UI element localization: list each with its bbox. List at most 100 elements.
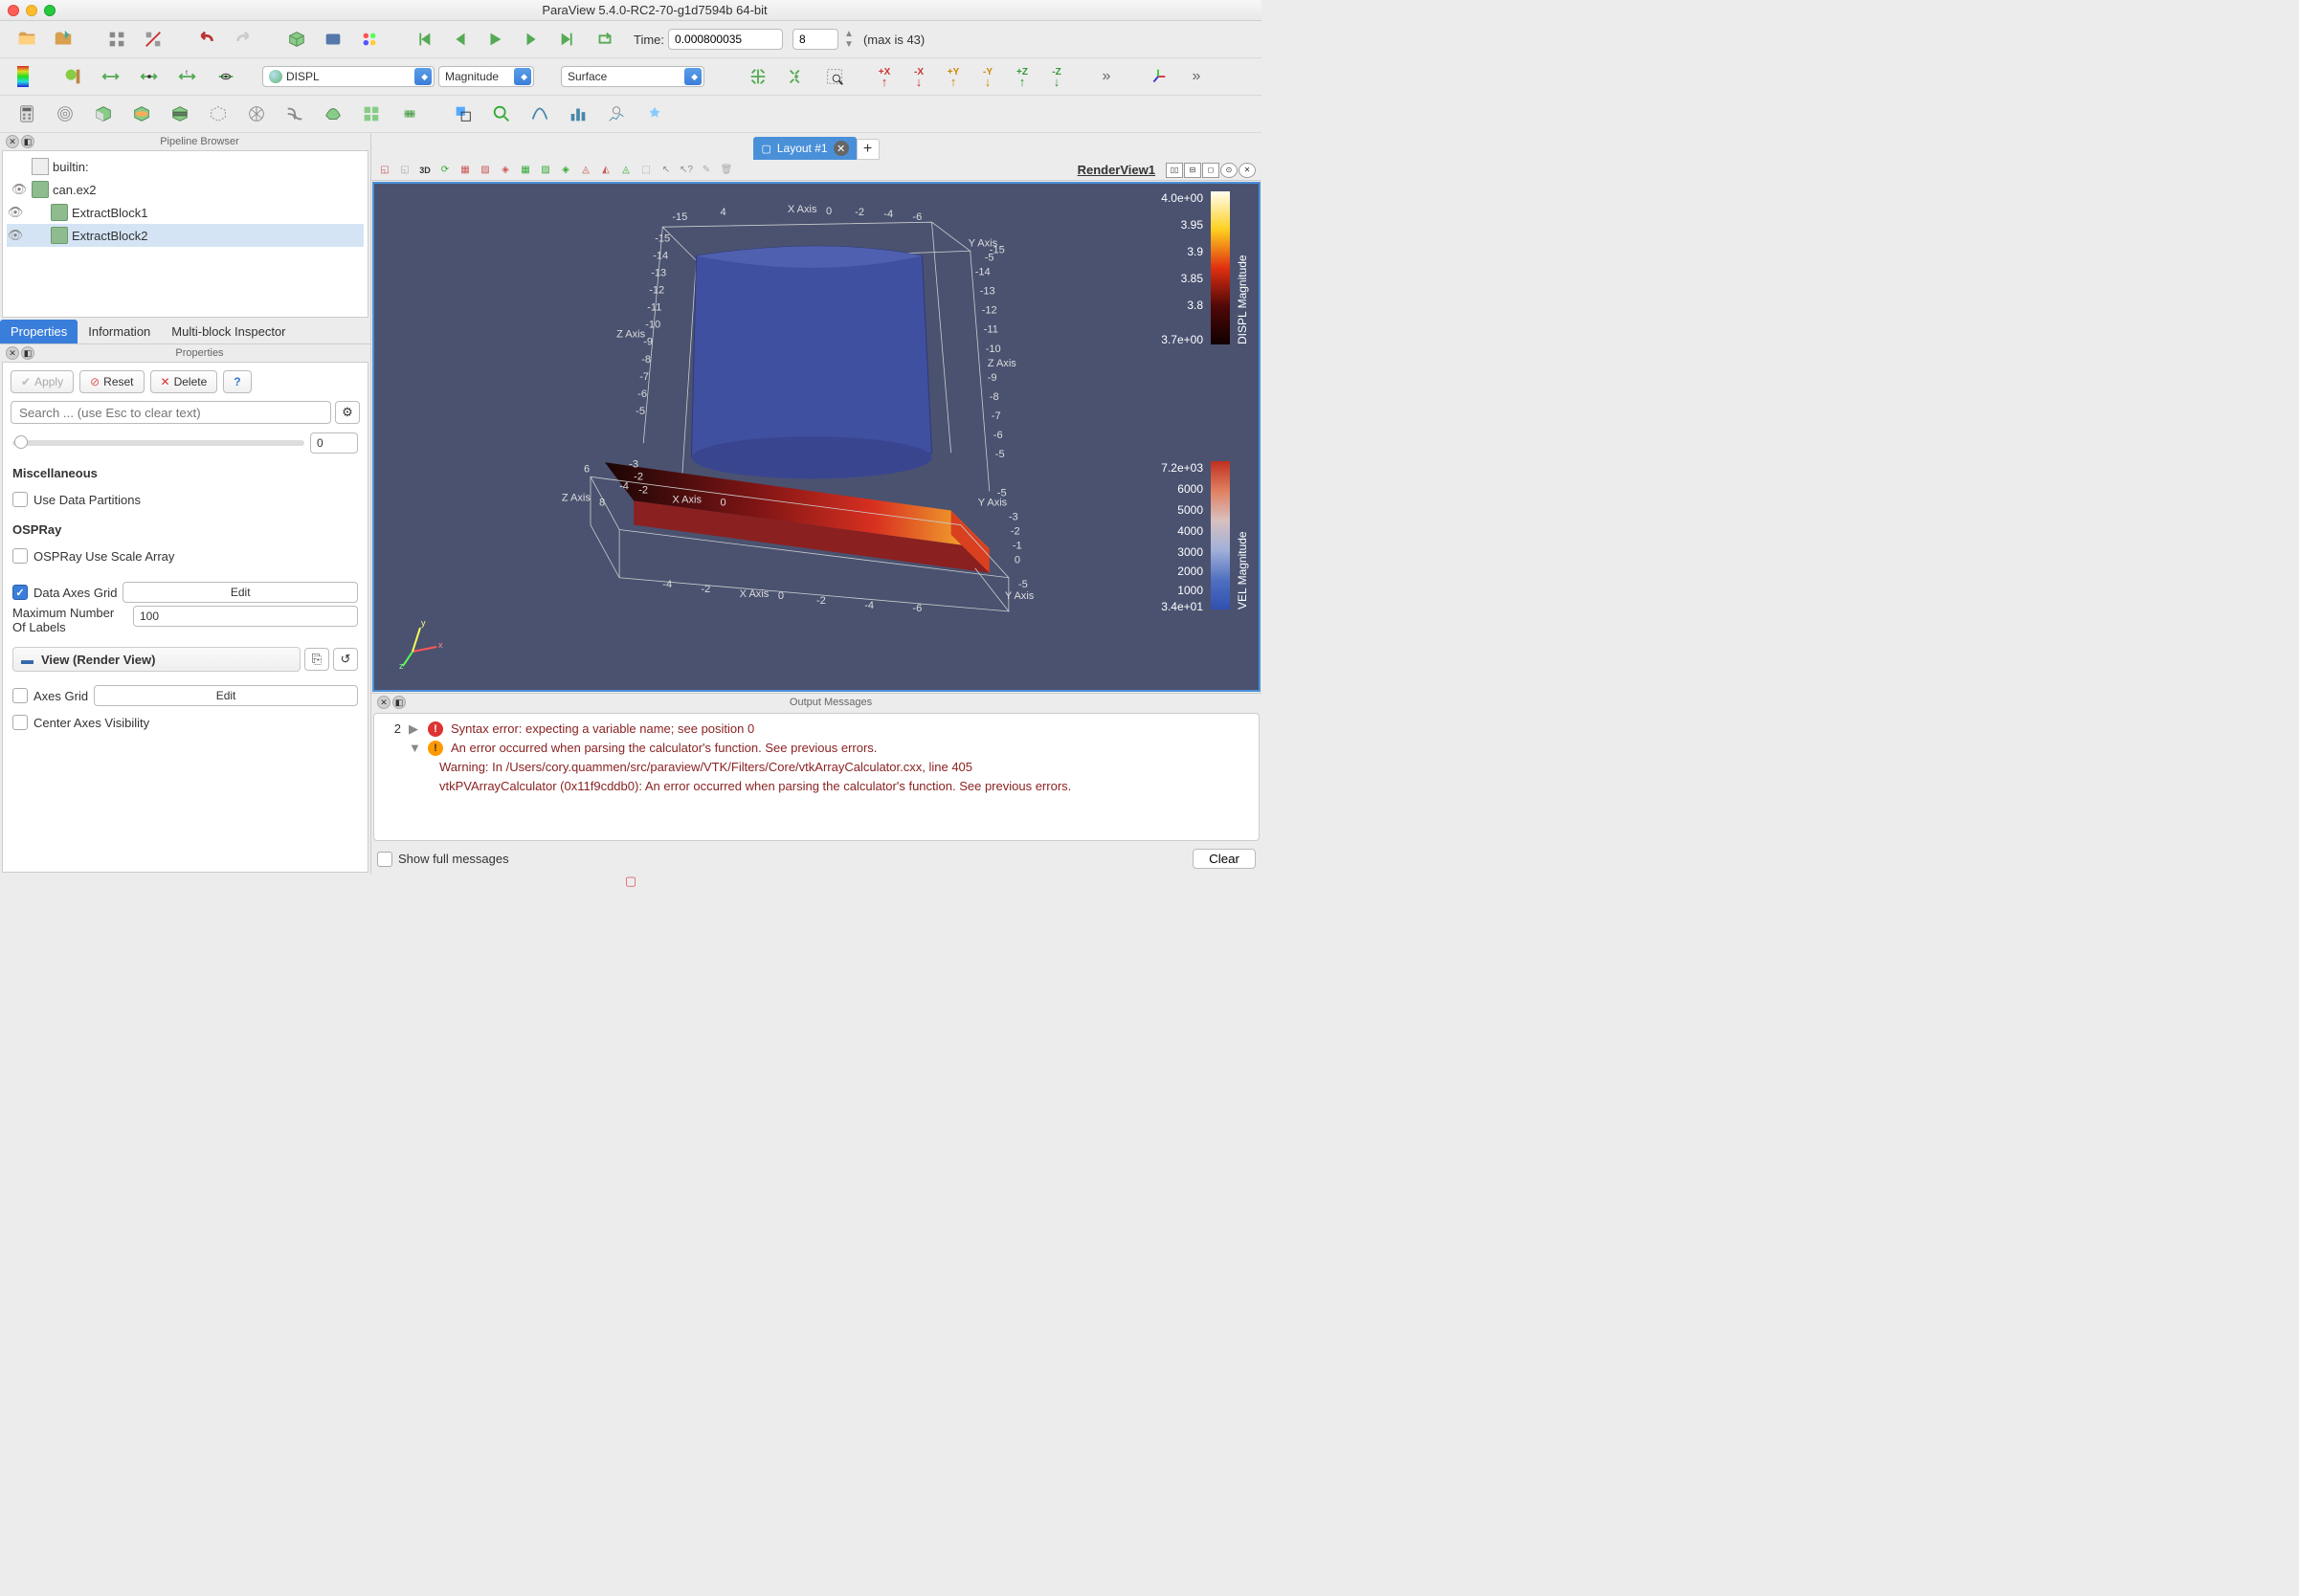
more-options-2[interactable]: » [1179, 62, 1214, 91]
find-data-icon[interactable] [484, 100, 519, 128]
minus-y-view[interactable]: -Y↓ [972, 64, 1003, 89]
clear-button[interactable]: Clear [1193, 849, 1256, 869]
clip-icon[interactable] [86, 100, 121, 128]
threshold-icon[interactable] [163, 100, 197, 128]
view-section-header[interactable]: ▬ View (Render View) [12, 647, 301, 672]
snap-icon[interactable] [637, 100, 672, 128]
reset-button[interactable]: ⊘Reset [79, 370, 144, 393]
vtb-icon[interactable]: ◈ [498, 163, 513, 178]
rescale-visible-icon[interactable] [209, 62, 243, 91]
vtb-icon[interactable]: ▨ [538, 163, 553, 178]
apply-button[interactable]: ✔Apply [11, 370, 74, 393]
panel-detach-icon[interactable]: ◧ [21, 135, 34, 148]
vtb-icon[interactable]: ◱ [377, 163, 392, 178]
pipeline-tree[interactable]: builtin: 👁 can.ex2 👁 ExtractBlock1 👁 Ext… [2, 150, 368, 318]
tree-row-extract1[interactable]: 👁 ExtractBlock1 [7, 201, 364, 224]
undo-icon[interactable] [190, 25, 224, 54]
tree-row-extract2[interactable]: 👁 ExtractBlock2 [7, 224, 364, 247]
first-frame-icon[interactable] [406, 25, 440, 54]
array-selector[interactable]: DISPL◆ [262, 66, 435, 87]
split-vert-icon[interactable]: ⊟ [1184, 163, 1201, 178]
vtb-icon[interactable]: ◭ [598, 163, 614, 178]
vtb-icon[interactable]: ↖ [658, 163, 674, 178]
props-detach-icon[interactable]: ◧ [21, 346, 34, 360]
restore-view-icon[interactable]: ↺ [333, 648, 358, 671]
checkbox-axes-grid[interactable] [12, 688, 28, 703]
edit-axes-grid2[interactable]: Edit [94, 685, 358, 706]
maximize-window[interactable] [44, 5, 56, 16]
zoom-data-icon[interactable] [779, 62, 814, 91]
vtb-icon[interactable]: ▦ [518, 163, 533, 178]
loop-icon[interactable] [588, 25, 622, 54]
axes-triad-icon[interactable] [1141, 62, 1175, 91]
contour-icon[interactable] [48, 100, 82, 128]
box-icon[interactable] [279, 25, 314, 54]
time-input[interactable] [668, 29, 783, 50]
layout-tab-1[interactable]: ▢ Layout #1 ✕ [753, 137, 856, 160]
calculator-icon[interactable] [10, 100, 44, 128]
redo-icon[interactable] [226, 25, 260, 54]
disconnect-icon[interactable] [136, 25, 170, 54]
close-window[interactable] [8, 5, 19, 16]
checkbox-data-axes-grid[interactable] [12, 585, 28, 600]
checkbox-ospray-scale[interactable] [12, 548, 28, 564]
maximize-icon[interactable]: ◻ [1202, 163, 1219, 178]
tree-row-builtin[interactable]: builtin: [7, 155, 364, 178]
open-file-icon[interactable] [10, 25, 44, 54]
output-close-icon[interactable]: ✕ [377, 696, 391, 709]
trash-icon[interactable]: 🗑 [719, 163, 734, 178]
checkbox-center-axes[interactable] [12, 715, 28, 730]
play-icon[interactable] [479, 25, 513, 54]
tab-information[interactable]: Information [78, 320, 161, 344]
extract-icon[interactable] [201, 100, 235, 128]
vtb-icon[interactable]: ◬ [618, 163, 634, 178]
last-frame-icon[interactable] [551, 25, 586, 54]
resize-handle[interactable]: ▢ [0, 875, 1261, 888]
tab-multiblock[interactable]: Multi-block Inspector [161, 320, 296, 344]
delete-button[interactable]: ✕Delete [150, 370, 218, 393]
props-close-icon[interactable]: ✕ [6, 346, 19, 360]
edit-axes-grid[interactable]: Edit [123, 582, 358, 603]
vtb-icon[interactable]: ▨ [478, 163, 493, 178]
minus-x-view[interactable]: -X↓ [904, 64, 934, 89]
split-horiz-icon[interactable]: ▯▯ [1166, 163, 1183, 178]
component-selector[interactable]: Magnitude◆ [438, 66, 534, 87]
next-frame-icon[interactable] [515, 25, 549, 54]
rescale-custom-icon[interactable] [132, 62, 167, 91]
warp-icon[interactable] [316, 100, 350, 128]
reset-camera-icon[interactable] [741, 62, 775, 91]
checkbox-show-full[interactable] [377, 852, 392, 867]
minus-z-view[interactable]: -Z↓ [1041, 64, 1072, 89]
panel-close-icon[interactable]: ✕ [6, 135, 19, 148]
representation-selector[interactable]: Surface◆ [561, 66, 704, 87]
color-palette-icon[interactable] [352, 25, 387, 54]
max-labels-input[interactable]: 100 [133, 606, 358, 627]
colormap-icon[interactable] [10, 62, 36, 91]
selection-icon[interactable] [446, 100, 480, 128]
slice-icon[interactable] [124, 100, 159, 128]
btn-3d[interactable]: 3D [417, 163, 433, 178]
plus-z-view[interactable]: +Z↑ [1007, 64, 1038, 89]
frame-input[interactable] [792, 29, 838, 50]
palette-icon[interactable] [316, 25, 350, 54]
expand-icon[interactable]: ▼ [409, 741, 420, 755]
show-colorbar-icon[interactable] [56, 62, 90, 91]
vtb-icon[interactable]: ↖? [679, 163, 694, 178]
expand-icon[interactable]: ▶ [409, 721, 420, 737]
rescale-range-icon[interactable] [94, 62, 128, 91]
stream-tracer-icon[interactable] [278, 100, 312, 128]
add-layout-button[interactable]: + [857, 139, 880, 160]
vtb-icon[interactable]: ▦ [458, 163, 473, 178]
plot-over-time-icon[interactable] [599, 100, 634, 128]
more-options[interactable]: » [1089, 62, 1124, 91]
save-state-icon[interactable] [46, 25, 80, 54]
tree-row-canex2[interactable]: 👁 can.ex2 [7, 178, 364, 201]
glyph-icon[interactable] [239, 100, 274, 128]
gear-icon[interactable]: ⚙ [335, 401, 360, 424]
copy-view-icon[interactable]: ⎘ [304, 648, 329, 671]
tab-properties[interactable]: Properties [0, 320, 78, 344]
message-area[interactable]: 2 ▶ ! Syntax error: expecting a variable… [373, 713, 1260, 841]
extract-level-icon[interactable] [392, 100, 427, 128]
plus-x-view[interactable]: +X↑ [869, 64, 900, 89]
group-icon[interactable] [354, 100, 389, 128]
